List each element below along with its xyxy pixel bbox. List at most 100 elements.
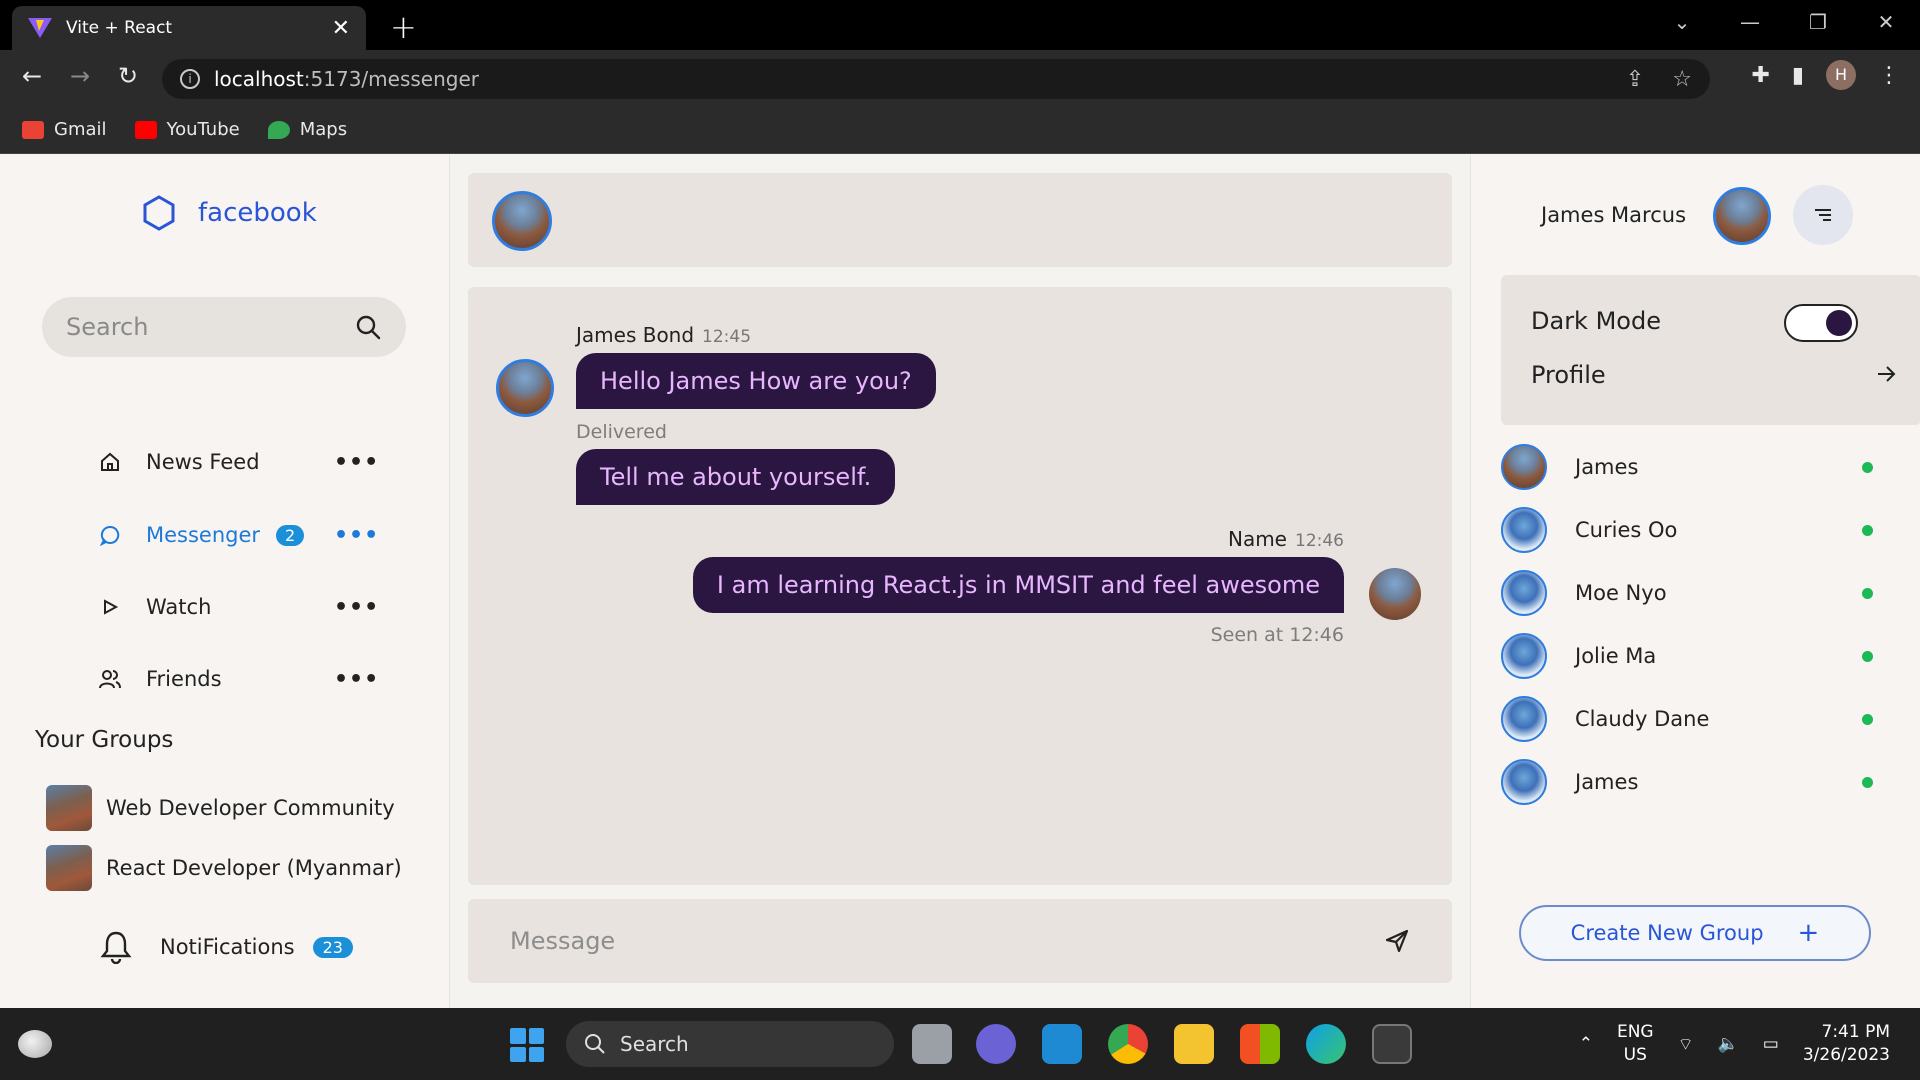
contact-item[interactable]: Jolie Ma: [1501, 632, 1901, 680]
more-options-icon[interactable]: •••: [334, 450, 379, 475]
delivered-status: Delivered: [576, 421, 667, 443]
contact-item[interactable]: James: [1501, 443, 1901, 491]
start-button[interactable]: [510, 1028, 544, 1062]
sidebar-item-label: Messenger: [146, 523, 261, 547]
send-icon[interactable]: [1384, 928, 1410, 954]
message-header: Name 12:46: [1228, 527, 1344, 551]
chat-icon: [98, 523, 122, 547]
reload-icon[interactable]: ↻: [112, 62, 144, 90]
message-input[interactable]: Message: [468, 899, 1452, 983]
sidebar-item-messenger[interactable]: Messenger 2 •••: [98, 510, 378, 560]
volume-icon[interactable]: 🔈: [1718, 1034, 1739, 1054]
teams-chat-icon[interactable]: [976, 1024, 1016, 1064]
vite-logo-icon: [28, 18, 52, 38]
forward-icon[interactable]: →: [64, 62, 96, 90]
minimize-icon[interactable]: —: [1716, 0, 1784, 44]
vscode-icon[interactable]: [1042, 1024, 1082, 1064]
group-item[interactable]: React Developer (Myanmar): [46, 845, 402, 891]
maps-icon: [267, 120, 290, 139]
wifi-icon[interactable]: ⌔: [1678, 1034, 1694, 1055]
bookmark-gmail[interactable]: Gmail: [22, 119, 107, 140]
profile-link[interactable]: Profile: [1531, 361, 1606, 389]
close-window-icon[interactable]: ✕: [1852, 0, 1920, 44]
contact-avatar: [1501, 444, 1547, 490]
online-indicator: [1862, 713, 1873, 725]
side-panel-icon[interactable]: ▮: [1792, 63, 1804, 88]
bookmark-youtube[interactable]: YouTube: [134, 119, 240, 140]
more-options-icon[interactable]: •••: [334, 667, 379, 692]
extensions-icon[interactable]: ✚: [1751, 63, 1769, 88]
online-indicator: [1862, 461, 1873, 473]
message-header: James Bond 12:45: [576, 323, 751, 347]
message-time: 12:45: [702, 327, 752, 347]
battery-icon[interactable]: ▭: [1763, 1034, 1779, 1054]
contact-avatar: [1501, 570, 1547, 616]
share-icon[interactable]: ⇪: [1626, 67, 1644, 92]
browser-tab[interactable]: Vite + React ✕: [12, 6, 366, 50]
gmail-icon: [22, 120, 44, 139]
sender-avatar: [496, 359, 554, 417]
address-bar[interactable]: i localhost :5173/messenger ⇪ ☆: [162, 59, 1710, 99]
weather-icon[interactable]: [18, 1030, 52, 1058]
browser-menu-icon[interactable]: ⋮: [1878, 63, 1900, 88]
taskbar-search[interactable]: Search: [566, 1021, 894, 1067]
microsoft-store-icon[interactable]: [1240, 1024, 1280, 1064]
contact-item[interactable]: James: [1501, 758, 1901, 806]
group-thumbnail: [46, 785, 92, 831]
search-icon: [585, 1034, 605, 1054]
close-tab-icon[interactable]: ✕: [332, 16, 350, 41]
sidebar-item-label: Watch: [146, 595, 212, 619]
bookmark-star-icon[interactable]: ☆: [1672, 67, 1692, 92]
contact-name: Jolie Ma: [1575, 644, 1657, 668]
contact-name: James: [1575, 770, 1639, 794]
new-tab-button[interactable]: +: [390, 8, 417, 46]
bookmark-maps[interactable]: Maps: [267, 119, 347, 140]
arrow-right-icon[interactable]: [1875, 363, 1897, 385]
message-bubble-incoming: Hello James How are you?: [576, 353, 936, 409]
tab-search-icon[interactable]: ⌄: [1648, 0, 1716, 44]
search-input[interactable]: Search: [42, 297, 406, 357]
site-info-icon[interactable]: i: [180, 69, 200, 89]
play-icon: [98, 595, 122, 619]
terminal-icon[interactable]: [1372, 1024, 1412, 1064]
message-placeholder: Message: [510, 927, 616, 955]
dark-mode-toggle[interactable]: [1784, 304, 1858, 342]
language-indicator[interactable]: ENG US: [1617, 1021, 1654, 1067]
contact-item[interactable]: Curies Oo: [1501, 506, 1901, 554]
more-options-icon[interactable]: •••: [334, 595, 379, 620]
chat-partner-avatar[interactable]: [492, 191, 552, 251]
group-name: React Developer (Myanmar): [106, 856, 402, 880]
sidebar-item-label: News Feed: [146, 450, 260, 474]
task-view-icon[interactable]: [912, 1024, 952, 1064]
contact-item[interactable]: Claudy Dane: [1501, 695, 1901, 743]
brand-logo[interactable]: facebook: [142, 195, 317, 231]
online-indicator: [1862, 587, 1873, 599]
home-icon: [98, 450, 122, 474]
restore-icon[interactable]: ❐: [1784, 0, 1852, 44]
bookmarks-bar: Gmail YouTube Maps: [0, 106, 1920, 154]
group-item[interactable]: Web Developer Community: [46, 785, 395, 831]
back-icon[interactable]: ←: [16, 62, 48, 90]
more-options-icon[interactable]: •••: [334, 523, 379, 548]
sidebar-item-friends[interactable]: Friends •••: [98, 654, 378, 704]
settings-menu-button[interactable]: [1793, 185, 1853, 245]
notifications-label: NotiFications: [160, 935, 295, 959]
current-user-avatar[interactable]: [1713, 187, 1771, 245]
notifications-item[interactable]: NotiFications 23: [100, 930, 353, 964]
messenger-count-badge: 2: [276, 524, 305, 546]
search-icon[interactable]: [354, 313, 382, 341]
contact-item[interactable]: Moe Nyo: [1501, 569, 1901, 617]
sidebar-item-watch[interactable]: Watch •••: [98, 582, 378, 632]
youtube-icon: [134, 120, 157, 139]
message-bubble-outgoing: I am learning React.js in MMSIT and feel…: [692, 557, 1344, 613]
create-group-button[interactable]: Create New Group +: [1519, 905, 1871, 961]
file-explorer-icon[interactable]: [1174, 1024, 1214, 1064]
chevron-up-icon[interactable]: ⌃: [1579, 1034, 1593, 1054]
edge-icon[interactable]: [1306, 1024, 1346, 1064]
sidebar-item-news-feed[interactable]: News Feed •••: [98, 437, 378, 487]
settings-dropdown: Dark Mode Profile: [1501, 275, 1920, 425]
chrome-icon[interactable]: [1108, 1024, 1148, 1064]
profile-avatar[interactable]: H: [1826, 60, 1856, 90]
clock[interactable]: 7:41 PM 3/26/2023: [1803, 1021, 1890, 1067]
windows-logo-tile: [510, 1046, 526, 1062]
